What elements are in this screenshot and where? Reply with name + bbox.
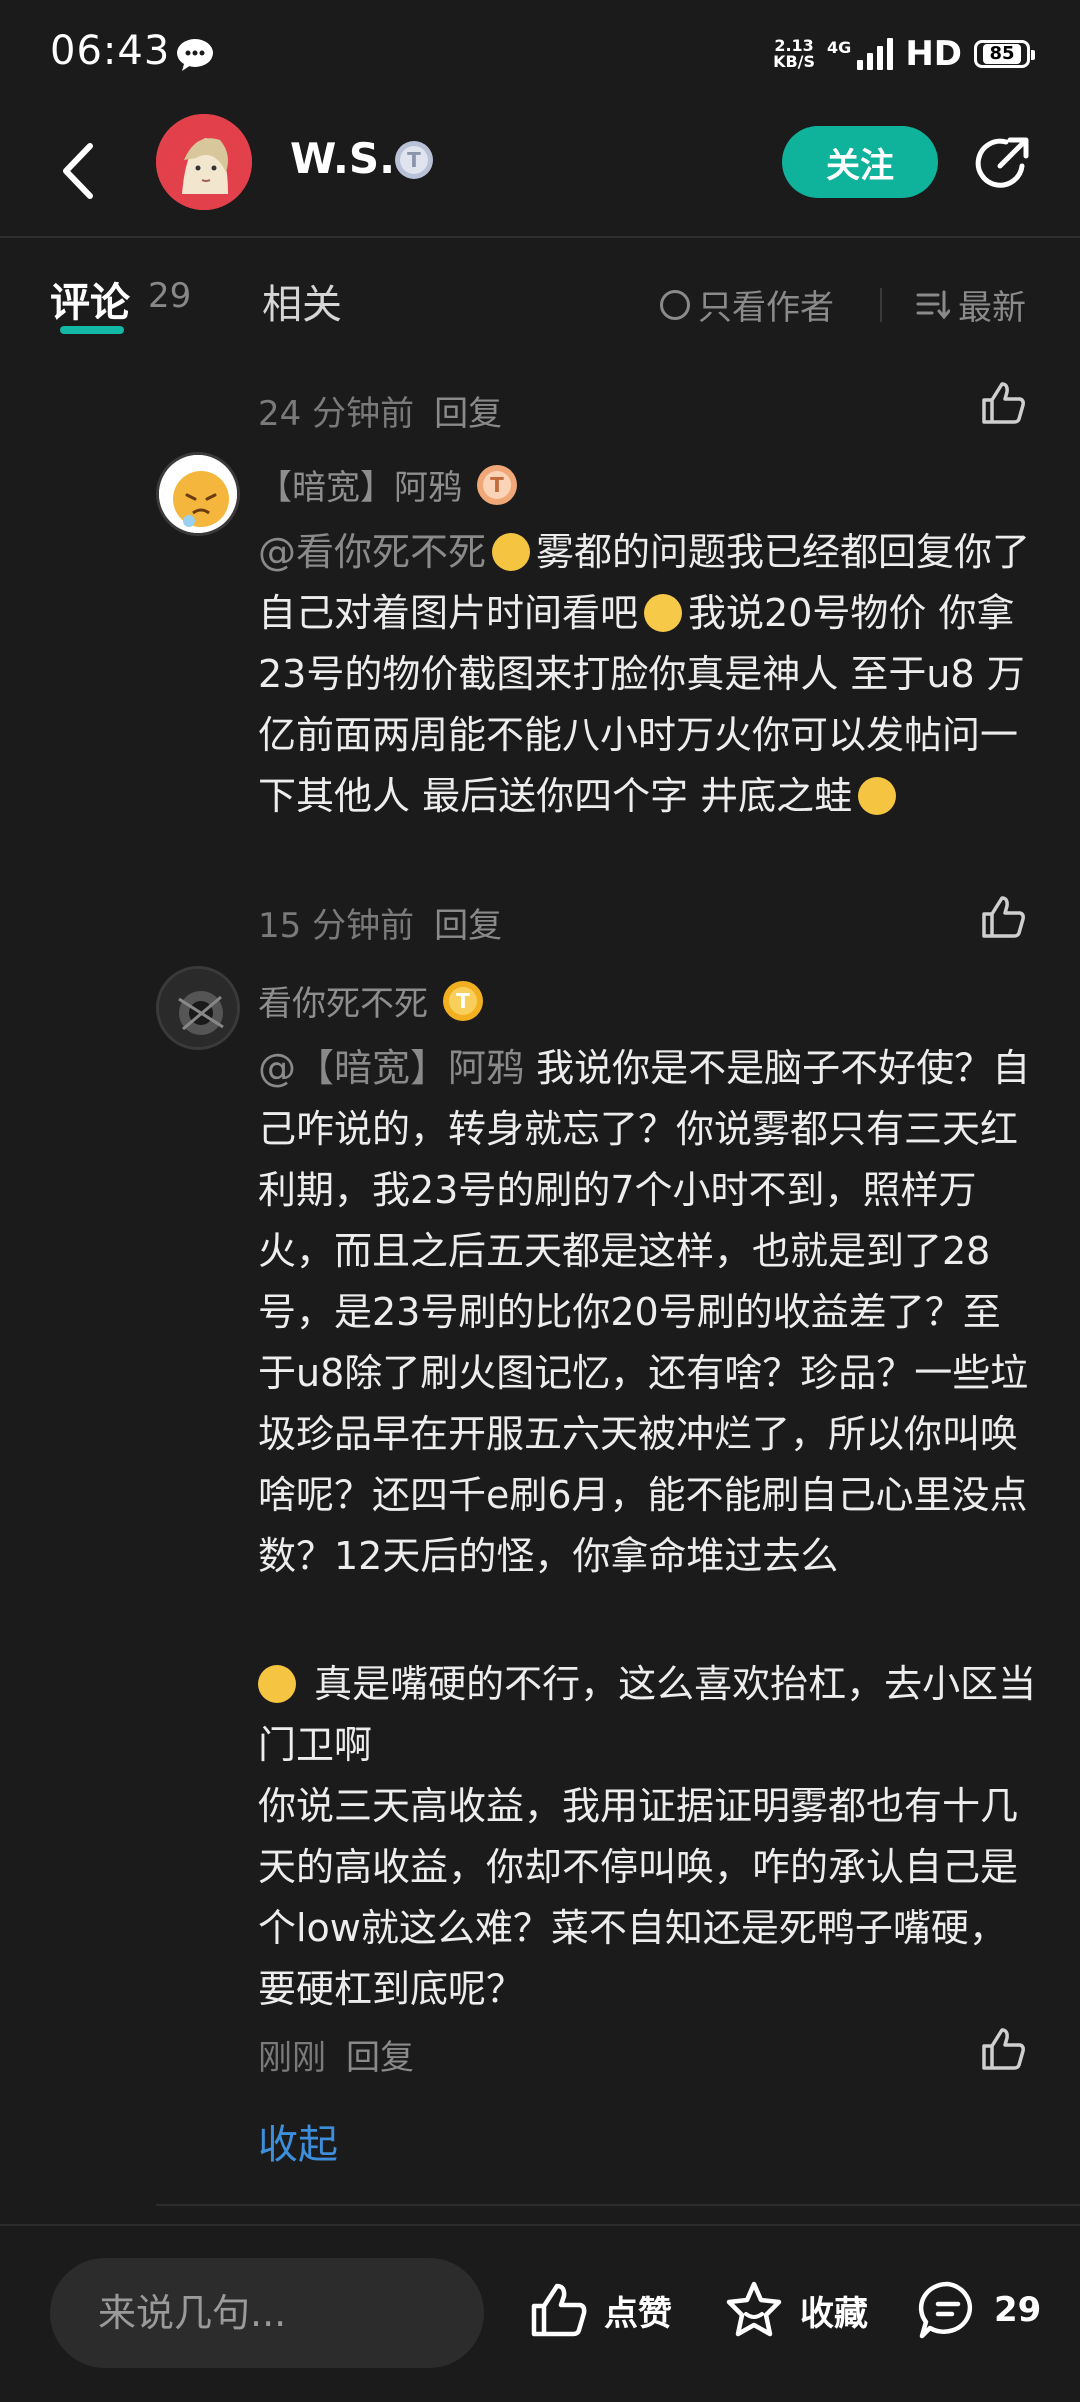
comment-time: 刚刚 <box>258 2038 326 2078</box>
author-only-label: 只看作者 <box>698 288 834 328</box>
signal-bars-icon <box>857 38 894 70</box>
battery-icon: 85 <box>974 40 1035 68</box>
reply-button[interactable]: 回复 <box>434 386 502 435</box>
comments-button[interactable]: 29 <box>916 2278 1041 2342</box>
collapse-replies-link[interactable]: 收起 <box>258 2112 338 2170</box>
tab-comments[interactable]: 评论 <box>50 270 130 328</box>
comment-text: 真是嘴硬的不行，这么喜欢抬杠，去小区当门卫啊 <box>258 1654 1038 1776</box>
author-avatar[interactable] <box>156 114 252 210</box>
tab-active-indicator <box>60 326 124 334</box>
comment-input[interactable]: 来说几句... <box>50 2258 484 2368</box>
post-header: W.S. T 关注 <box>0 112 1080 238</box>
like-label: 点赞 <box>604 2293 672 2334</box>
battery-level: 85 <box>983 44 1021 64</box>
comment-time: 15 分钟前 <box>258 906 415 946</box>
sort-label: 最新 <box>958 288 1026 328</box>
commenter-avatar-image <box>159 455 237 533</box>
comment-count: 29 <box>994 2290 1042 2330</box>
comment-meta: 刚刚 回复 <box>258 2030 414 2079</box>
smug-emoji-icon <box>258 1665 296 1703</box>
like-button[interactable]: 点赞 <box>526 2278 672 2342</box>
comment-text: 你说三天高收益，我用证据证明雾都也有十几天的高收益，你却不停叫唤，咋的承认自己是… <box>258 1776 1038 2020</box>
sort-toggle[interactable]: 最新 <box>916 280 1026 329</box>
favorite-button[interactable]: 收藏 <box>722 2278 868 2342</box>
comment-text: @看你死不死 雾都的问题我已经都回复你了 自己对着图片时间看吧 我说20号物价 你拿… <box>258 522 1038 827</box>
sort-icon <box>916 290 950 319</box>
comments-count: 29 <box>148 276 192 316</box>
radio-icon <box>660 289 690 320</box>
author-only-toggle[interactable]: 只看作者 <box>660 280 834 329</box>
status-indicators: 2.13 KB/S 4G HD 85 <box>773 34 1035 74</box>
status-time: 06:43 <box>50 28 171 74</box>
net-speed-unit: KB/S <box>773 52 816 71</box>
comment-meta: 15 分钟前 回复 <box>258 898 502 947</box>
author-avatar-image <box>156 114 252 210</box>
mention-link[interactable]: @看你死不死 <box>258 530 486 574</box>
hd-indicator: HD <box>905 34 962 74</box>
reply-button[interactable]: 回复 <box>346 2030 414 2079</box>
back-arrow-icon[interactable] <box>54 136 104 206</box>
comment-time: 24 分钟前 <box>258 394 415 434</box>
smug-emoji-icon <box>858 777 897 815</box>
comment-text-part: 你说三天高收益，我用证据证明雾都也有十几天的高收益，你却不停叫唤，咋的承认自己是… <box>258 1784 1019 2011</box>
tab-related[interactable]: 相关 <box>262 272 342 330</box>
level-badge-text: T <box>456 989 470 1013</box>
comment-tabs: 评论 29 相关 只看作者 最新 <box>0 270 1080 340</box>
net-speed: 2.13 KB/S <box>773 38 815 70</box>
commenter-name[interactable]: 看你死不死 <box>258 976 428 1025</box>
reply-button[interactable]: 回复 <box>434 898 502 947</box>
bottom-action-bar: 来说几句... 点赞 收藏 29 <box>0 2224 1080 2402</box>
commenter-avatar-image <box>159 969 237 1047</box>
mention-link[interactable]: @【暗宽】阿鸦 <box>258 1046 524 1090</box>
message-notification-icon <box>177 39 213 71</box>
commenter-name[interactable]: 【暗宽】阿鸦 <box>258 460 462 509</box>
signal-type: 4G <box>827 37 852 57</box>
share-icon[interactable] <box>970 130 1036 196</box>
like-icon[interactable] <box>978 892 1028 942</box>
divider <box>156 2204 1080 2206</box>
comment-text-part: 真是嘴硬的不行，这么喜欢抬杠，去小区当门卫啊 <box>258 1662 1037 1767</box>
comment-bubble-icon <box>918 2281 973 2339</box>
follow-button[interactable]: 关注 <box>782 126 938 198</box>
level-badge-icon: T <box>395 141 433 179</box>
commenter-name-row: 【暗宽】阿鸦 T <box>258 460 518 509</box>
favorite-label: 收藏 <box>800 2293 868 2334</box>
comment-text: @【暗宽】阿鸦 我说你是不是脑子不好使？自己咋说的，转身就忘了？你说雾都只有三天… <box>258 1038 1038 1587</box>
divider <box>880 288 882 322</box>
level-badge-text: T <box>490 473 504 497</box>
like-icon[interactable] <box>978 2024 1028 2074</box>
comment-meta: 24 分钟前 回复 <box>258 386 502 435</box>
commenter-avatar[interactable] <box>156 966 240 1050</box>
commenter-avatar[interactable] <box>156 452 240 536</box>
thumbs-up-icon <box>531 2283 587 2337</box>
commenter-name-row: 看你死不死 T <box>258 976 484 1025</box>
level-badge-icon: T <box>477 464 517 505</box>
comment-text-part: 我说你是不是脑子不好使？自己咋说的，转身就忘了？你说雾都只有三天红利期，我23号… <box>258 1046 1031 1578</box>
crying-emoji-icon <box>644 594 683 632</box>
like-icon[interactable] <box>978 378 1028 428</box>
level-badge-icon: T <box>443 980 483 1021</box>
status-bar: 06:43 2.13 KB/S 4G HD 85 <box>0 0 1080 112</box>
author-name[interactable]: W.S. <box>290 134 395 183</box>
level-badge-text: T <box>407 148 421 172</box>
smug-emoji-icon <box>492 533 531 571</box>
star-icon <box>726 2281 782 2337</box>
